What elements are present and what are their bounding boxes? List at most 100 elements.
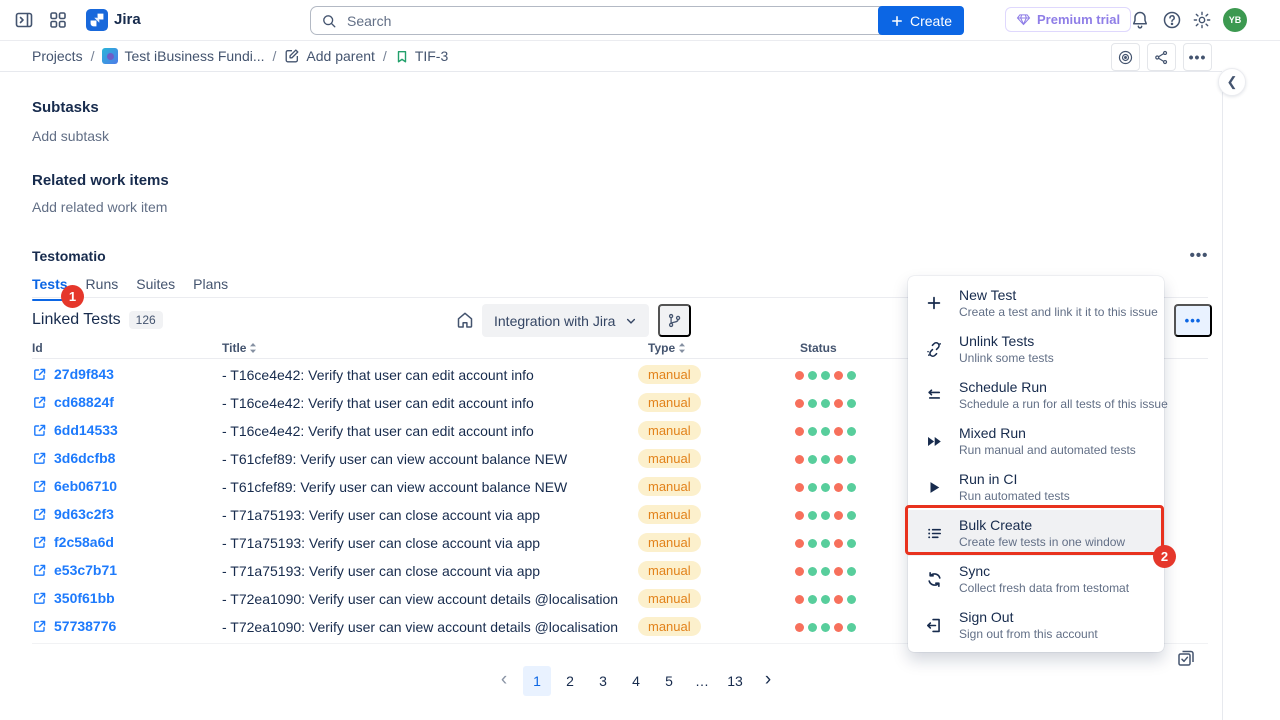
notifications-icon[interactable] xyxy=(1130,10,1150,30)
test-id-link[interactable]: 57738776 xyxy=(32,618,116,634)
status-dot-red xyxy=(834,595,843,604)
annotation-step-2: 2 xyxy=(1153,545,1176,568)
pagination-page-3[interactable]: 3 xyxy=(589,666,617,696)
collapse-panel-chevron-icon[interactable]: ❮ xyxy=(1218,68,1246,96)
menu-item-unlink-tests[interactable]: Unlink TestsUnlink some tests xyxy=(908,326,1164,372)
status-dot-red xyxy=(834,623,843,632)
pagination: ‹12345…13› xyxy=(490,664,782,697)
status-dot-red xyxy=(834,567,843,576)
test-id-link[interactable]: 27d9f843 xyxy=(32,366,114,382)
tab-plans[interactable]: Plans xyxy=(193,276,228,301)
search-input[interactable] xyxy=(345,12,877,30)
pagination-next-icon[interactable]: › xyxy=(754,664,782,697)
test-type-badge: manual xyxy=(638,421,701,440)
bulk-select-icon[interactable] xyxy=(1176,648,1196,668)
column-header-label: Status xyxy=(800,341,837,355)
menu-item-mixed-run[interactable]: Mixed RunRun manual and automated tests xyxy=(908,418,1164,464)
external-link-icon xyxy=(32,535,47,550)
tab-suites[interactable]: Suites xyxy=(136,276,175,301)
menu-item-title: Schedule Run xyxy=(959,379,1148,395)
premium-trial-button[interactable]: Premium trial xyxy=(1005,7,1131,32)
share-icon[interactable] xyxy=(1147,43,1176,71)
branch-filter-label: Integration with Jira xyxy=(494,313,615,329)
test-id-link[interactable]: 350f61bb xyxy=(32,590,115,606)
home-icon[interactable] xyxy=(455,310,475,330)
jira-issue-page: Jira Create Premium trial YB xyxy=(0,0,1280,720)
menu-item-bulk-create[interactable]: Bulk CreateCreate few tests in one windo… xyxy=(908,510,1164,556)
status-dot-green xyxy=(847,511,856,520)
menu-item-text: Bulk CreateCreate few tests in one windo… xyxy=(959,517,1125,549)
menu-item-schedule-run[interactable]: Schedule RunSchedule a run for all tests… xyxy=(908,372,1164,418)
git-branch-icon[interactable] xyxy=(658,304,691,337)
column-header-type[interactable]: Type xyxy=(648,341,686,355)
sync-icon xyxy=(924,570,944,589)
create-button[interactable]: Create xyxy=(878,6,964,35)
add-subtask-button[interactable]: Add subtask xyxy=(32,128,109,144)
column-header-status[interactable]: Status xyxy=(800,341,837,355)
pagination-page-4[interactable]: 4 xyxy=(622,666,650,696)
menu-item-new-test[interactable]: New TestCreate a test and link it it to … xyxy=(908,280,1164,326)
menu-item-sign-out[interactable]: Sign Out Sign out from this account xyxy=(908,602,1164,648)
pagination-page-1[interactable]: 1 xyxy=(523,666,551,696)
menu-item-subtitle: Sign out from this account xyxy=(959,627,1098,641)
test-id-link[interactable]: f2c58a6d xyxy=(32,534,114,550)
add-related-item-button[interactable]: Add related work item xyxy=(32,199,167,215)
test-id-link[interactable]: cd68824f xyxy=(32,394,114,410)
pagination-page-2[interactable]: 2 xyxy=(556,666,584,696)
column-header-id[interactable]: Id xyxy=(32,341,43,355)
linked-tests-count-badge: 126 xyxy=(129,311,163,329)
tab-runs[interactable]: Runs xyxy=(86,276,119,301)
menu-item-subtitle: Collect fresh data from testomat xyxy=(959,581,1129,595)
status-dot-red xyxy=(834,455,843,464)
test-type-badge: manual xyxy=(638,449,701,468)
testomatio-more-icon[interactable]: ••• xyxy=(1184,244,1214,266)
test-id-link[interactable]: 6dd14533 xyxy=(32,422,118,438)
help-icon[interactable] xyxy=(1162,10,1182,30)
add-parent-button[interactable]: Add parent xyxy=(284,48,375,64)
user-avatar[interactable]: YB xyxy=(1223,8,1247,32)
status-dot-red xyxy=(795,483,804,492)
settings-gear-icon[interactable] xyxy=(1192,10,1212,30)
breadcrumb-issue[interactable]: TIF-3 xyxy=(395,48,448,64)
menu-item-title: Unlink Tests xyxy=(959,333,1054,349)
pagination-page-13[interactable]: 13 xyxy=(721,666,749,696)
jira-logo-icon[interactable] xyxy=(86,9,108,31)
sidebar-toggle-icon[interactable] xyxy=(14,10,34,30)
branch-filter-select[interactable]: Integration with Jira xyxy=(482,304,649,337)
menu-item-run-in-ci[interactable]: Run in CIRun automated tests xyxy=(908,464,1164,510)
status-dot-green xyxy=(821,511,830,520)
menu-item-text: Run in CIRun automated tests xyxy=(959,471,1070,503)
test-id-link[interactable]: 9d63c2f3 xyxy=(32,506,114,522)
test-id: e53c7b71 xyxy=(54,562,117,578)
column-header-title[interactable]: Title xyxy=(222,341,257,355)
tab-label: Suites xyxy=(136,276,175,292)
breadcrumb-project[interactable]: Test iBusiness Fundi... xyxy=(102,48,264,64)
test-type-badge: manual xyxy=(638,365,701,384)
menu-item-sync[interactable]: SyncCollect fresh data from testomat xyxy=(908,556,1164,602)
breadcrumb-projects[interactable]: Projects xyxy=(32,48,83,64)
menu-item-text: Mixed RunRun manual and automated tests xyxy=(959,425,1136,457)
linked-tests-label: Linked Tests xyxy=(32,311,121,329)
status-dot-green xyxy=(847,371,856,380)
test-title: - T71a75193: Verify user can close accou… xyxy=(222,535,540,551)
watch-icon[interactable] xyxy=(1111,43,1140,71)
testomatio-context-menu: New TestCreate a test and link it it to … xyxy=(908,276,1164,652)
more-actions-icon[interactable]: ••• xyxy=(1183,43,1212,71)
pagination-prev-icon[interactable]: ‹ xyxy=(490,664,518,697)
status-dot-red xyxy=(834,371,843,380)
test-id-link[interactable]: 3d6dcfb8 xyxy=(32,450,115,466)
test-id-link[interactable]: e53c7b71 xyxy=(32,562,117,578)
test-id: cd68824f xyxy=(54,394,114,410)
breadcrumb-separator: / xyxy=(383,48,387,64)
pagination-page-5[interactable]: 5 xyxy=(655,666,683,696)
status-dot-green xyxy=(847,399,856,408)
search-box[interactable] xyxy=(310,6,888,35)
column-header-label: Id xyxy=(32,341,43,355)
external-link-icon xyxy=(32,619,47,634)
linked-tests-more-icon[interactable]: ••• xyxy=(1174,304,1212,337)
menu-item-title: Sign Out xyxy=(959,609,1098,625)
test-id-link[interactable]: 6eb06710 xyxy=(32,478,117,494)
test-id: 9d63c2f3 xyxy=(54,506,114,522)
right-panel-divider xyxy=(1222,72,1223,720)
app-switcher-icon[interactable] xyxy=(48,10,68,30)
